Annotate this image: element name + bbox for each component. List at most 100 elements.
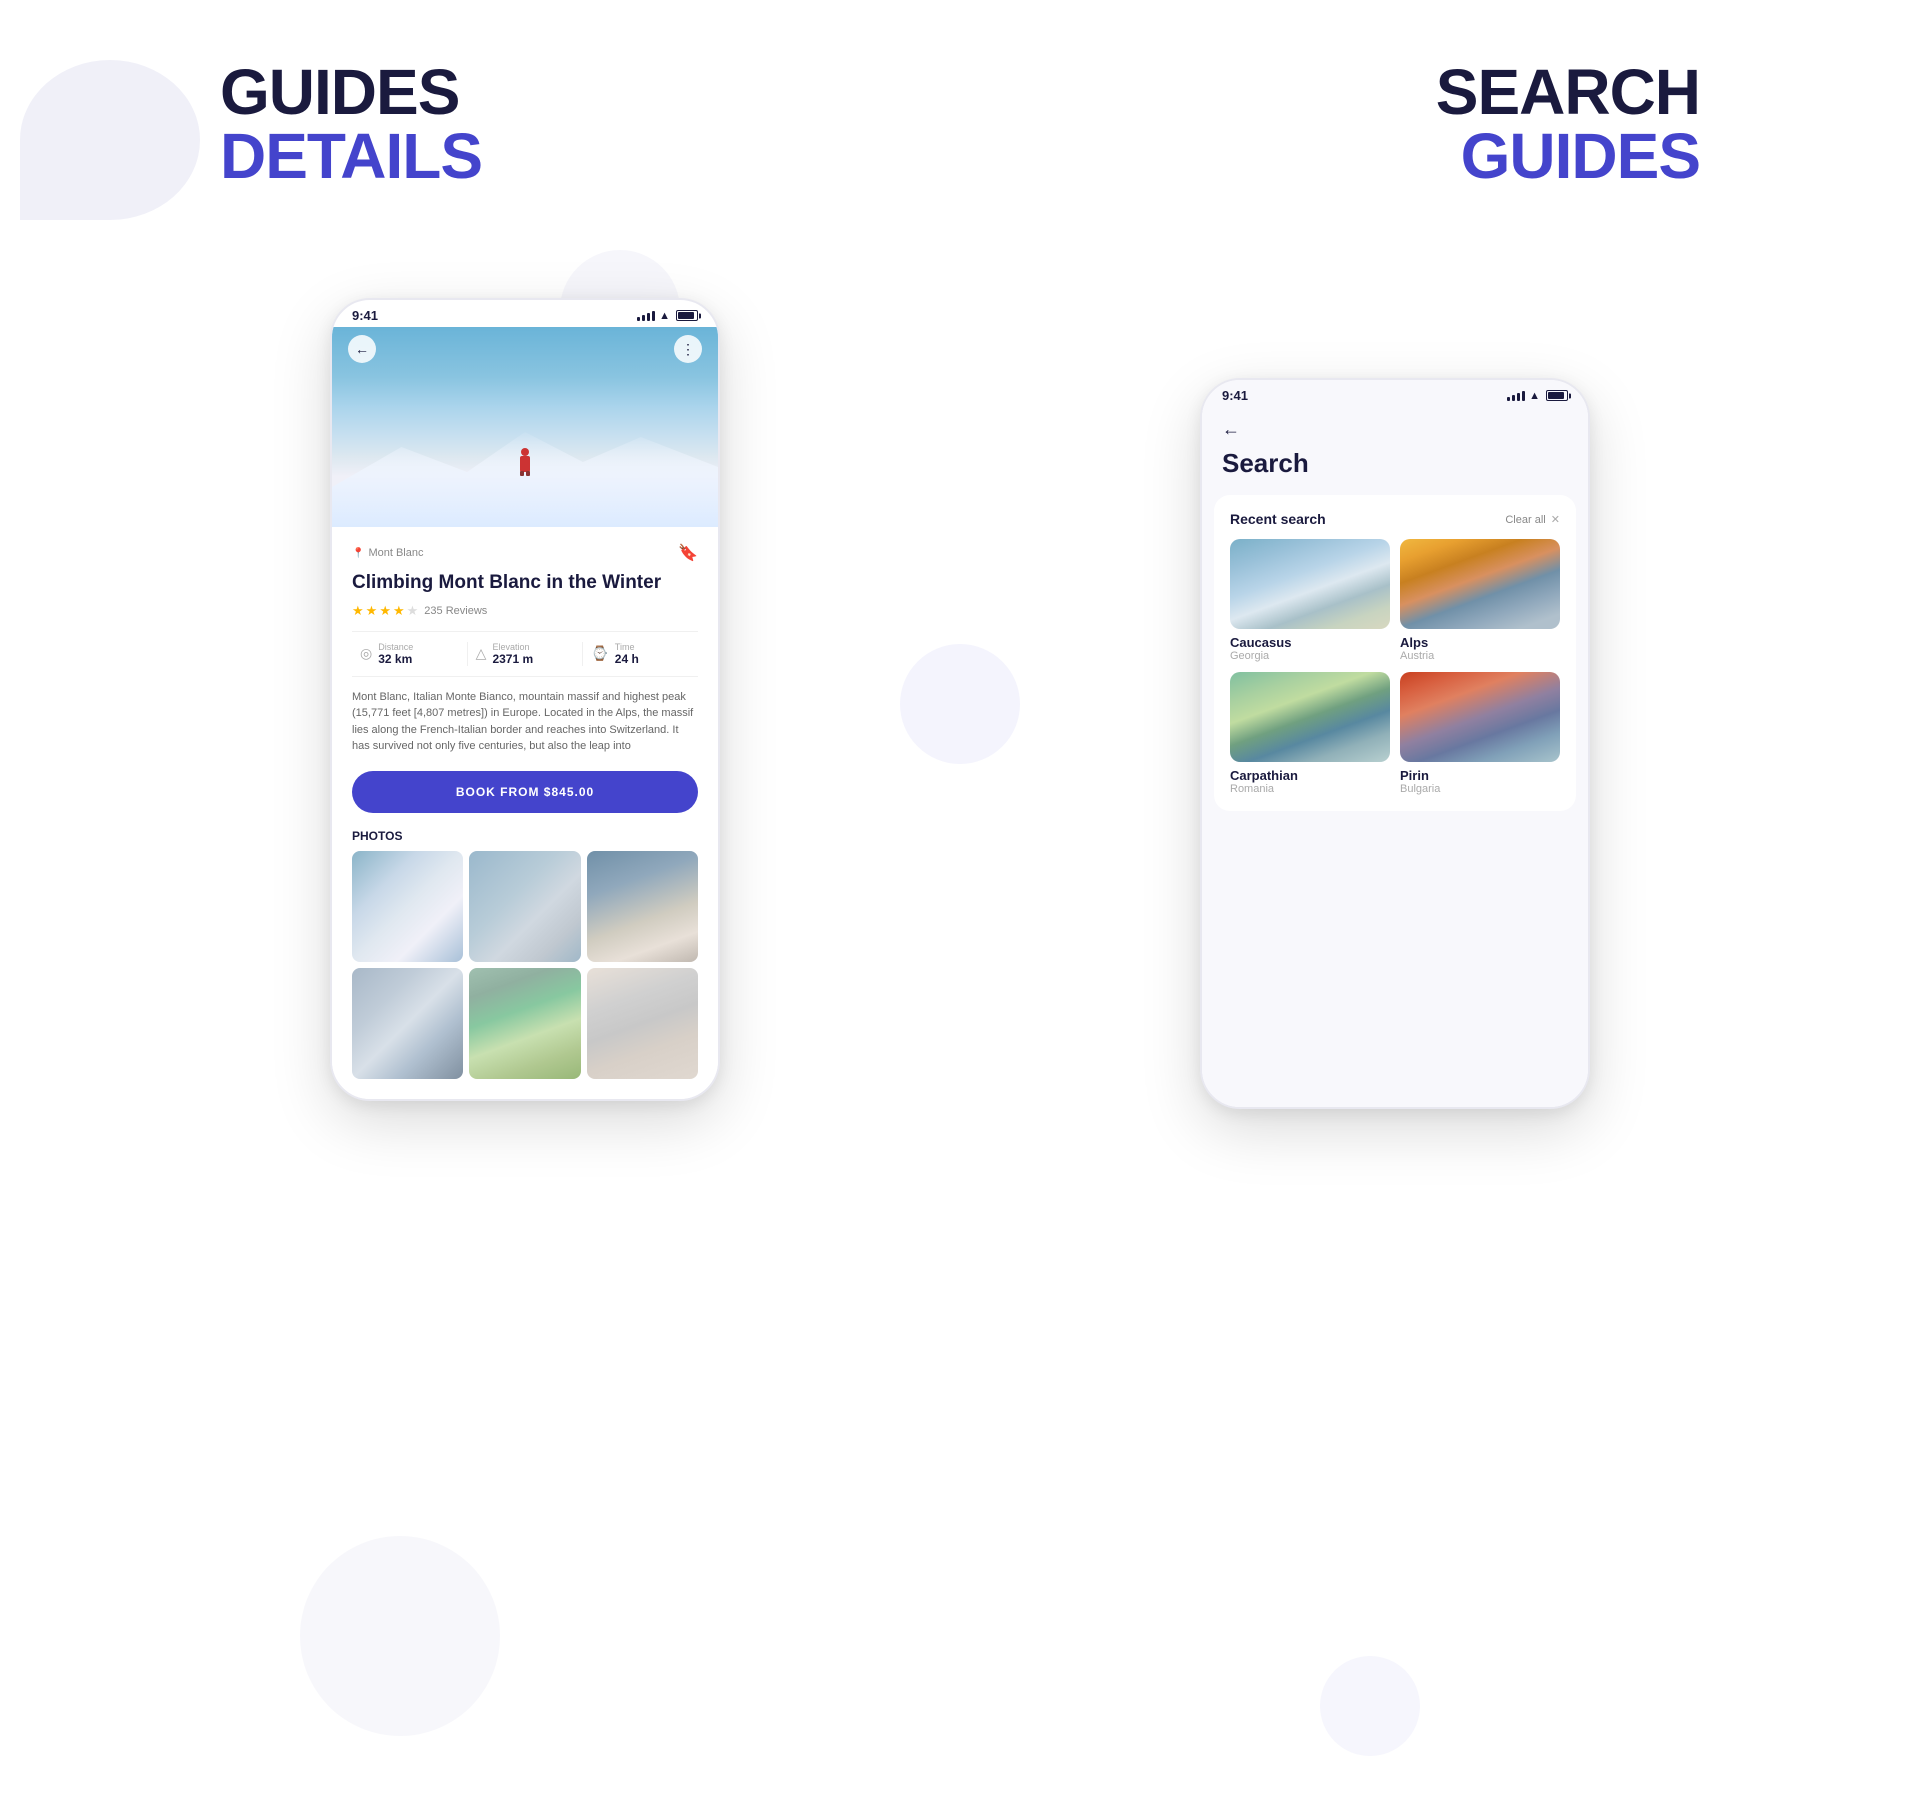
wifi-icon-2: ▲ (1529, 390, 1540, 402)
stat-time-info: Time 24 h (615, 642, 639, 666)
battery-fill-2 (1548, 392, 1564, 399)
caucasus-image (1230, 539, 1390, 629)
more-button[interactable]: ⋮ (674, 335, 702, 363)
search-header: ← Search (1202, 407, 1588, 495)
status-time-1: 9:41 (352, 308, 378, 323)
bookmark-icon[interactable]: 🔖 (678, 543, 698, 563)
status-icons-2: ▲ (1507, 390, 1568, 402)
stat-distance-info: Distance 32 km (378, 642, 413, 666)
star-1: ★ (352, 603, 364, 619)
guides-title-line2: DETAILS (220, 124, 482, 188)
back-button-1[interactable]: ← (348, 335, 376, 363)
alps-image (1400, 539, 1560, 629)
search-item-caucasus[interactable]: Caucasus Georgia (1230, 539, 1390, 662)
photo-4[interactable] (352, 968, 463, 1079)
caucasus-country: Georgia (1230, 650, 1390, 662)
phone2-content: ← Search Recent search Clear all ✕ (1202, 407, 1588, 1107)
alps-country: Austria (1400, 650, 1560, 662)
photo-5[interactable] (469, 968, 580, 1079)
signal-bars-1 (637, 311, 655, 321)
signal-bars-2 (1507, 391, 1525, 401)
search-title-line2: GUIDES (1436, 124, 1700, 188)
stat-elevation: △ Elevation 2371 m (468, 642, 584, 666)
time-icon: ⌚ (591, 645, 608, 662)
reviews-count: 235 Reviews (424, 605, 487, 617)
battery-fill-1 (678, 312, 694, 319)
search-item-pirin[interactable]: Pirin Bulgaria (1400, 672, 1560, 795)
clear-all-button[interactable]: Clear all ✕ (1505, 513, 1560, 526)
distance-icon: ◎ (360, 645, 372, 662)
time-value: 24 h (615, 652, 639, 666)
pin-icon: 📍 (352, 548, 364, 559)
photo-2[interactable] (469, 851, 580, 962)
wifi-icon-1: ▲ (659, 310, 670, 322)
distance-value: 32 km (378, 652, 413, 666)
photo-6[interactable] (587, 968, 698, 1079)
carpathian-image (1230, 672, 1390, 762)
elevation-label: Elevation (492, 642, 533, 652)
rating-row: ★ ★ ★ ★ ★ 235 Reviews (352, 603, 698, 619)
search-item-alps[interactable]: Alps Austria (1400, 539, 1560, 662)
guide-title: Climbing Mont Blanc in the Winter (352, 571, 698, 595)
nav-bar: ← ⋮ (332, 335, 718, 363)
search-card: Recent search Clear all ✕ Caucasus Georg… (1214, 495, 1576, 811)
battery-icon-2 (1546, 390, 1568, 401)
status-icons-1: ▲ (637, 310, 698, 322)
search-item-carpathian[interactable]: Carpathian Romania (1230, 672, 1390, 795)
phone1-content: 📍 Mont Blanc 🔖 Climbing Mont Blanc in th… (332, 527, 718, 1099)
status-bar-2: 9:41 ▲ (1202, 380, 1588, 407)
clear-label: Clear all (1505, 514, 1545, 526)
star-3: ★ (379, 603, 391, 619)
pirin-image (1400, 672, 1560, 762)
hero-image: ← ⋮ (332, 327, 718, 527)
stat-time: ⌚ Time 24 h (583, 642, 698, 666)
battery-icon-1 (676, 310, 698, 321)
photos-grid (352, 851, 698, 1080)
phone-search-guides: 9:41 ▲ ← Sea (1200, 378, 1590, 1109)
signal-bar-2 (642, 315, 645, 321)
stars: ★ ★ ★ ★ ★ (352, 603, 418, 619)
back-button-2[interactable]: ← (1222, 419, 1568, 440)
photo-3[interactable] (587, 851, 698, 962)
left-section-title: GUIDES DETAILS (220, 60, 482, 238)
book-button[interactable]: BOOK FROM $845.00 (352, 771, 698, 813)
hiker-figure (520, 448, 530, 472)
location-label: 📍 Mont Blanc (352, 547, 423, 559)
time-label: Time (615, 642, 639, 652)
stat-distance: ◎ Distance 32 km (352, 642, 468, 666)
elevation-icon: △ (476, 645, 487, 662)
status-time-2: 9:41 (1222, 388, 1248, 403)
location-row: 📍 Mont Blanc 🔖 (352, 543, 698, 563)
description: Mont Blanc, Italian Monte Bianco, mounta… (352, 689, 698, 755)
alps-name: Alps (1400, 635, 1560, 650)
signal-bar-5 (1507, 397, 1510, 401)
carpathian-name: Carpathian (1230, 768, 1390, 783)
search-grid: Caucasus Georgia Alps Austria Carp (1230, 539, 1560, 795)
recent-search-label: Recent search (1230, 511, 1326, 527)
location-text: Mont Blanc (368, 547, 423, 559)
clear-x-icon: ✕ (1551, 514, 1560, 526)
caucasus-name: Caucasus (1230, 635, 1390, 650)
status-bar-1: 9:41 ▲ (332, 300, 718, 327)
star-4: ★ (393, 603, 405, 619)
signal-bar-1 (637, 317, 640, 321)
signal-bar-8 (1522, 391, 1525, 401)
pirin-name: Pirin (1400, 768, 1560, 783)
signal-bar-6 (1512, 395, 1515, 401)
guides-title-line1: GUIDES (220, 60, 482, 124)
phone-guides-details: 9:41 ▲ (330, 298, 720, 1101)
recent-search-header: Recent search Clear all ✕ (1230, 511, 1560, 527)
photo-1[interactable] (352, 851, 463, 962)
star-5: ★ (407, 603, 419, 619)
distance-label: Distance (378, 642, 413, 652)
pirin-country: Bulgaria (1400, 783, 1560, 795)
photos-section: PHOTOS (352, 829, 698, 1080)
right-section-title: SEARCH GUIDES (1436, 60, 1700, 188)
center-decorative-circle (900, 644, 1020, 764)
elevation-value: 2371 m (492, 652, 533, 666)
carpathian-country: Romania (1230, 783, 1390, 795)
stats-row: ◎ Distance 32 km △ Elevation 2371 m (352, 631, 698, 677)
search-page-title: Search (1222, 448, 1568, 479)
photos-label: PHOTOS (352, 829, 698, 843)
search-title-line1: SEARCH (1436, 60, 1700, 124)
